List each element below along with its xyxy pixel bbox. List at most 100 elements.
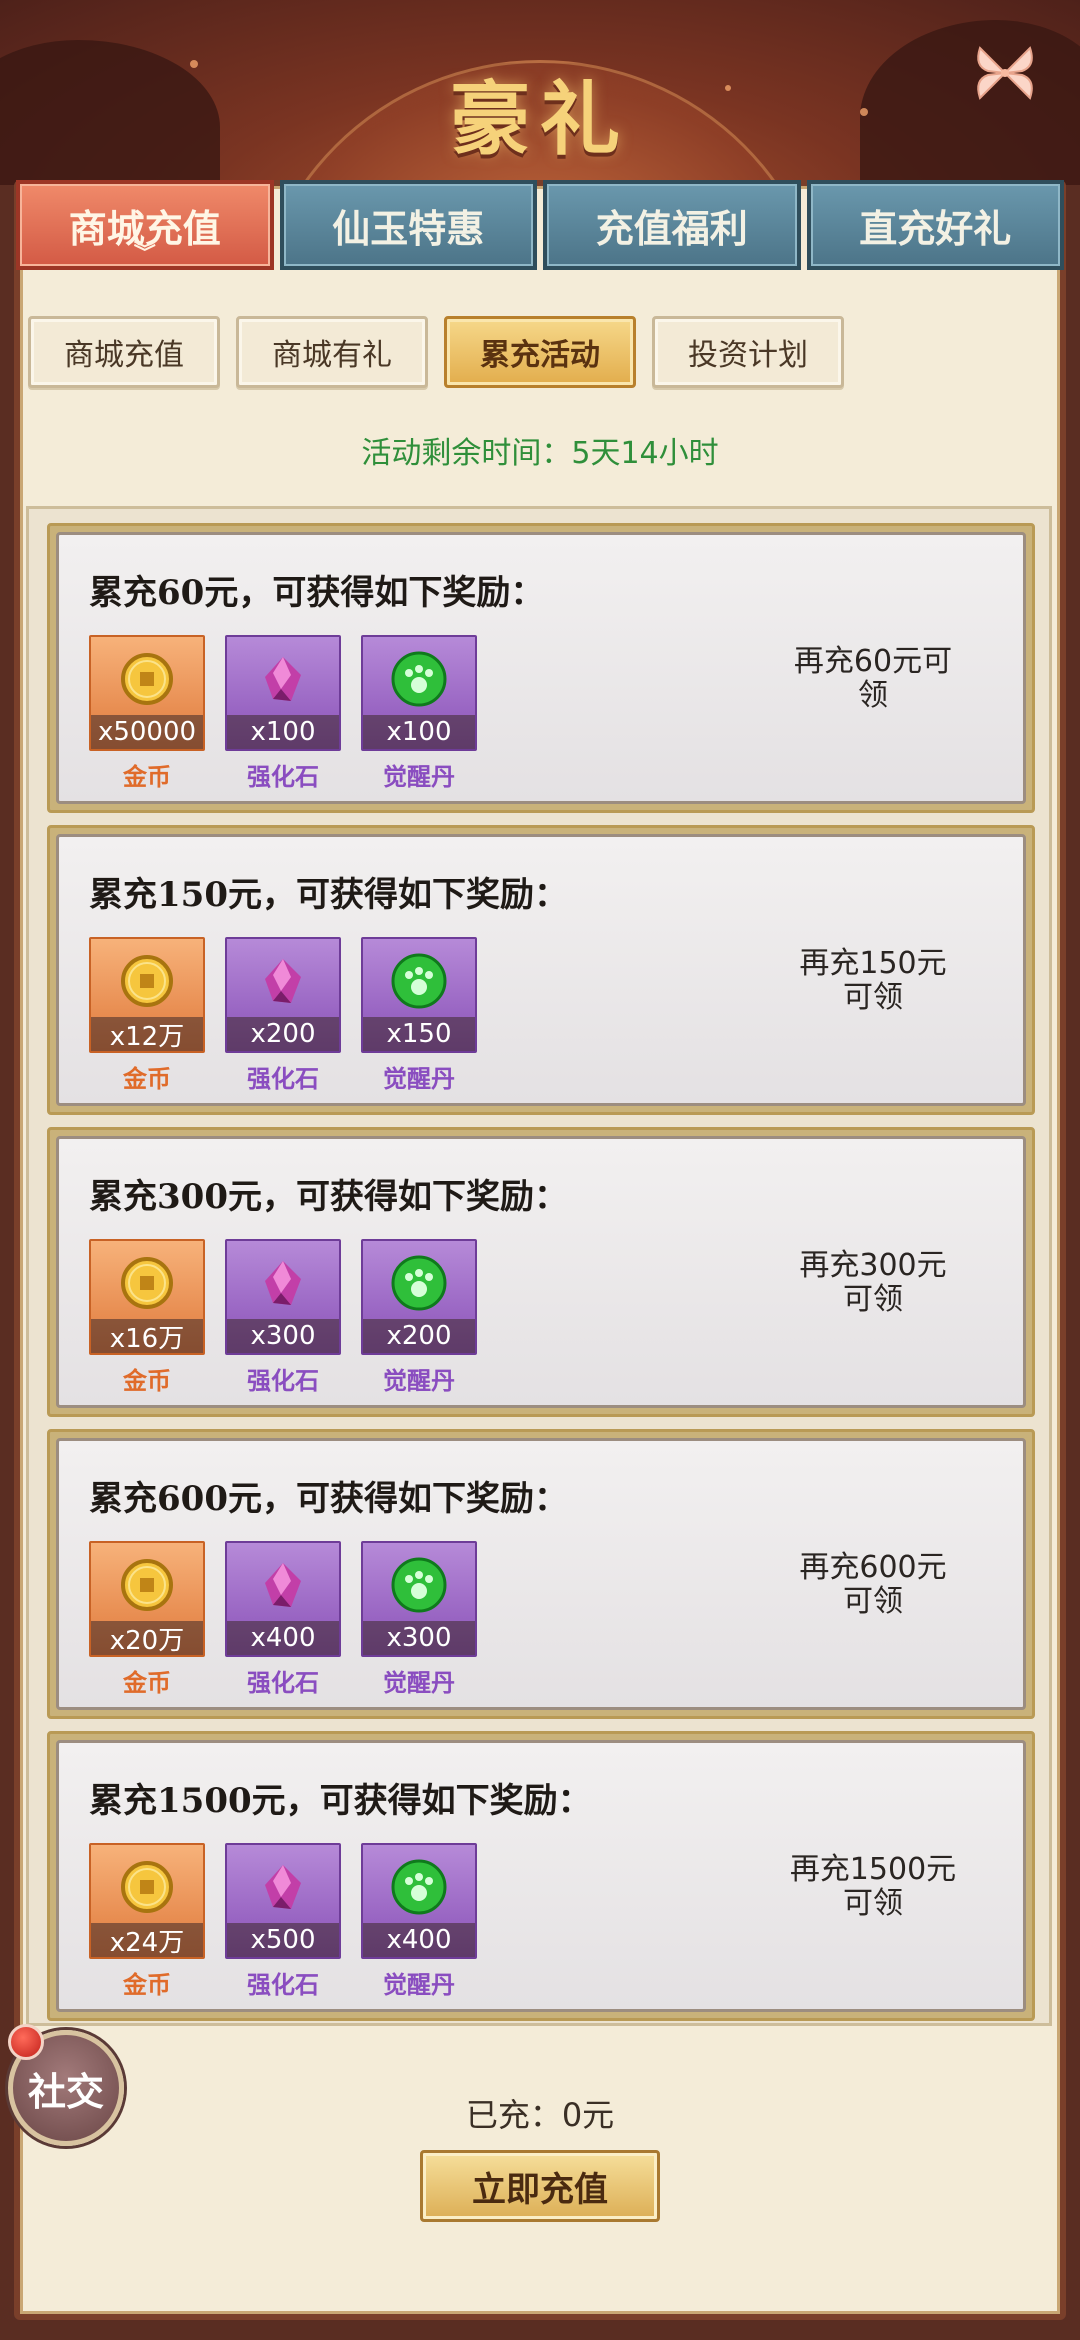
claim-line-2: 领 bbox=[858, 678, 888, 713]
reward-name: 强化石 bbox=[247, 1669, 319, 1697]
gold-coin-icon bbox=[121, 1257, 173, 1309]
reward-quantity: x400 bbox=[227, 1621, 339, 1655]
tab-label: 直充好礼 bbox=[859, 205, 1012, 251]
reward-quantity: x20万 bbox=[91, 1621, 203, 1656]
reward-name: 强化石 bbox=[247, 1065, 319, 1093]
reward-name: 金币 bbox=[123, 1971, 171, 1999]
green-paw-orb-icon bbox=[391, 1557, 447, 1613]
reward-item-stone[interactable]: x100 强化石 bbox=[225, 635, 341, 792]
reward-card: 累充600元，可获得如下奖励： x20万 金币 x400 强化石 x300 觉醒… bbox=[47, 1429, 1035, 1719]
reward-item-coin[interactable]: x12万 金币 bbox=[89, 937, 205, 1094]
subtab-mall-recharge[interactable]: 商城充值 bbox=[28, 316, 220, 388]
reward-name: 金币 bbox=[123, 763, 171, 791]
tab-jade-special[interactable]: 仙玉特惠 bbox=[279, 180, 537, 270]
reward-item-stone[interactable]: x300 强化石 bbox=[225, 1239, 341, 1396]
reward-item-stone[interactable]: x200 强化石 bbox=[225, 937, 341, 1094]
purple-gem-icon bbox=[265, 1261, 301, 1305]
reward-item-coin[interactable]: x24万 金币 bbox=[89, 1843, 205, 2000]
recharge-now-button[interactable]: 立即充值 bbox=[420, 2150, 660, 2222]
notification-dot-icon bbox=[8, 2024, 44, 2060]
reward-card: 累充1500元，可获得如下奖励： x24万 金币 x500 强化石 x400 觉… bbox=[47, 1731, 1035, 2021]
gold-coin-icon bbox=[121, 1861, 173, 1913]
gold-coin-icon bbox=[121, 653, 173, 705]
reward-quantity: x300 bbox=[363, 1621, 475, 1655]
card-title: 累充300元，可获得如下奖励： bbox=[89, 1177, 568, 1217]
tab-label: 仙玉特惠 bbox=[332, 205, 485, 251]
reward-item-pill[interactable]: x100 觉醒丹 bbox=[361, 635, 477, 792]
reward-item-stone[interactable]: x400 强化石 bbox=[225, 1541, 341, 1698]
green-paw-orb-icon bbox=[391, 953, 447, 1009]
reward-item-pill[interactable]: x300 觉醒丹 bbox=[361, 1541, 477, 1698]
claim-status: 再充300元 可领 bbox=[773, 1249, 973, 1317]
reward-quantity: x150 bbox=[363, 1017, 475, 1051]
reward-item-coin[interactable]: x20万 金币 bbox=[89, 1541, 205, 1698]
reward-quantity: x50000 bbox=[91, 715, 203, 749]
purple-gem-icon bbox=[265, 657, 301, 701]
gold-coin-icon bbox=[121, 955, 173, 1007]
claim-line-1: 再充300元 bbox=[799, 1248, 947, 1283]
claim-line-1: 再充150元 bbox=[799, 946, 947, 981]
reward-name: 强化石 bbox=[247, 763, 319, 791]
page-title: 豪礼 bbox=[450, 72, 630, 166]
reward-quantity: x200 bbox=[363, 1319, 475, 1353]
green-paw-orb-icon bbox=[391, 651, 447, 707]
reward-quantity: x200 bbox=[227, 1017, 339, 1051]
card-title: 累充1500元，可获得如下奖励： bbox=[89, 1781, 592, 1821]
reward-item-coin[interactable]: x50000 金币 bbox=[89, 635, 205, 792]
subtab-mall-gift[interactable]: 商城有礼 bbox=[236, 316, 428, 388]
claim-line-2: 可领 bbox=[843, 980, 903, 1015]
subtab-investment-plan[interactable]: 投资计划 bbox=[652, 316, 844, 388]
reward-name: 觉醒丹 bbox=[383, 1367, 455, 1395]
chevron-down-icon: ︾ bbox=[133, 240, 156, 266]
claim-status: 再充1500元 可领 bbox=[773, 1853, 973, 1921]
reward-name: 觉醒丹 bbox=[383, 1065, 455, 1093]
reward-item-pill[interactable]: x150 觉醒丹 bbox=[361, 937, 477, 1094]
claim-status: 再充60元可 领 bbox=[773, 645, 973, 713]
green-paw-orb-icon bbox=[391, 1859, 447, 1915]
reward-name: 金币 bbox=[123, 1367, 171, 1395]
claim-line-2: 可领 bbox=[843, 1584, 903, 1619]
claim-status: 再充600元 可领 bbox=[773, 1551, 973, 1619]
reward-quantity: x12万 bbox=[91, 1017, 203, 1052]
subtab-cumulative-event[interactable]: 累充活动 bbox=[444, 316, 636, 388]
claim-line-1: 再充1500元 bbox=[789, 1852, 957, 1887]
purple-gem-icon bbox=[265, 1865, 301, 1909]
reward-quantity: x300 bbox=[227, 1319, 339, 1353]
reward-name: 金币 bbox=[123, 1065, 171, 1093]
reward-name: 金币 bbox=[123, 1669, 171, 1697]
green-paw-orb-icon bbox=[391, 1255, 447, 1311]
reward-item-stone[interactable]: x500 强化石 bbox=[225, 1843, 341, 2000]
top-tab-bar: 商城充值 ︾ 仙玉特惠 充值福利 直充好礼 bbox=[16, 180, 1064, 272]
gold-coin-icon bbox=[121, 1559, 173, 1611]
reward-quantity: x24万 bbox=[91, 1923, 203, 1958]
reward-card: 累充300元，可获得如下奖励： x16万 金币 x300 强化石 x200 觉醒… bbox=[47, 1127, 1035, 1417]
card-title: 累充150元，可获得如下奖励： bbox=[89, 875, 568, 915]
claim-line-1: 再充600元 bbox=[799, 1550, 947, 1585]
reward-name: 强化石 bbox=[247, 1367, 319, 1395]
claim-status: 再充150元 可领 bbox=[773, 947, 973, 1015]
reward-name: 强化石 bbox=[247, 1971, 319, 1999]
purple-gem-icon bbox=[265, 959, 301, 1003]
reward-name: 觉醒丹 bbox=[383, 1971, 455, 1999]
reward-quantity: x100 bbox=[227, 715, 339, 749]
reward-item-pill[interactable]: x400 觉醒丹 bbox=[361, 1843, 477, 2000]
reward-list[interactable]: 累充60元，可获得如下奖励： x50000 金币 x100 强化石 x100 觉… bbox=[26, 506, 1052, 2026]
tab-direct-gift[interactable]: 直充好礼 bbox=[806, 180, 1064, 270]
purple-gem-icon bbox=[265, 1563, 301, 1607]
tab-mall-recharge[interactable]: 商城充值 ︾ bbox=[16, 180, 274, 270]
reward-name: 觉醒丹 bbox=[383, 1669, 455, 1697]
tab-label: 充值福利 bbox=[595, 205, 748, 251]
reward-card: 累充150元，可获得如下奖励： x12万 金币 x200 强化石 x150 觉醒… bbox=[47, 825, 1035, 1115]
charged-amount: 已充：0元 bbox=[465, 2096, 615, 2134]
reward-quantity: x400 bbox=[363, 1923, 475, 1957]
card-title: 累充600元，可获得如下奖励： bbox=[89, 1479, 568, 1519]
reward-name: 觉醒丹 bbox=[383, 763, 455, 791]
reward-card: 累充60元，可获得如下奖励： x50000 金币 x100 强化石 x100 觉… bbox=[47, 523, 1035, 813]
reward-item-pill[interactable]: x200 觉醒丹 bbox=[361, 1239, 477, 1396]
reward-item-coin[interactable]: x16万 金币 bbox=[89, 1239, 205, 1396]
close-button[interactable] bbox=[970, 38, 1040, 108]
reward-quantity: x500 bbox=[227, 1923, 339, 1957]
card-title: 累充60元，可获得如下奖励： bbox=[89, 573, 545, 613]
tab-recharge-welfare[interactable]: 充值福利 bbox=[543, 180, 801, 270]
butterfly-close-icon bbox=[977, 46, 1033, 100]
